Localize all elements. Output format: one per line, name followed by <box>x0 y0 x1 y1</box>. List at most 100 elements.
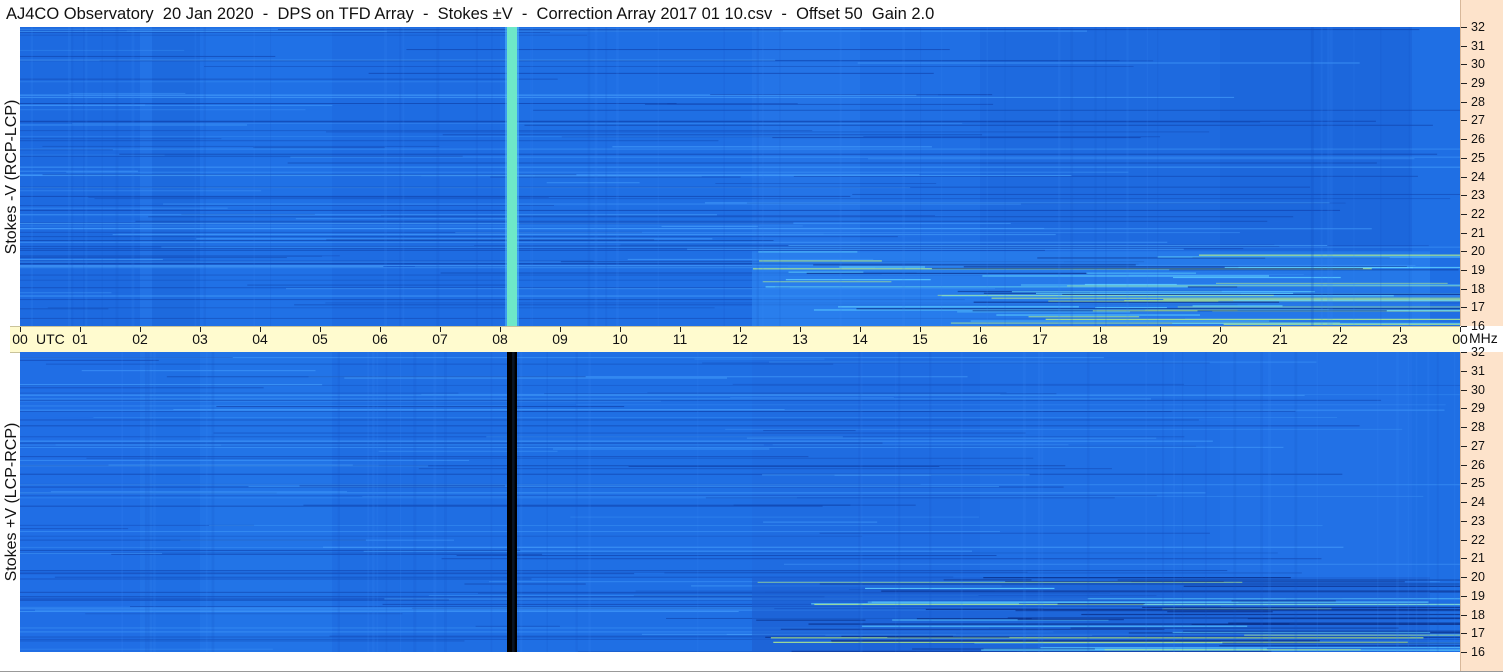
activity-streak <box>806 272 1088 275</box>
interference-line <box>20 398 1152 400</box>
freq-tick-label: 29 <box>1471 401 1485 416</box>
interference-line <box>857 62 1360 64</box>
column-texture <box>1408 27 1411 326</box>
interference-line <box>20 96 1235 98</box>
column-texture <box>1268 352 1271 652</box>
activity-streak <box>1011 291 1315 293</box>
freq-tick-label: 22 <box>1471 206 1485 221</box>
activity-streak <box>1177 306 1460 308</box>
activity-streak <box>819 583 1460 585</box>
freq-tick-mark <box>1461 232 1467 234</box>
interference-line <box>20 140 719 142</box>
time-tick-label: 13 <box>792 331 808 347</box>
column-texture <box>898 352 901 652</box>
interference-line <box>45 363 834 365</box>
bottom-frequency-axis: 32 31 30 29 28 27 26 25 24 23 22 21 20 19 18 17 16 <box>1460 345 1503 672</box>
activity-streak <box>1222 642 1460 644</box>
interference-line <box>204 65 1134 67</box>
interference-line <box>20 552 163 554</box>
top-spectrogram-panel <box>20 27 1460 326</box>
column-texture <box>71 27 74 326</box>
interference-line <box>166 376 586 378</box>
interference-line <box>20 492 1206 494</box>
interference-line <box>20 267 876 269</box>
freq-tick-mark <box>1461 27 1467 28</box>
column-texture <box>756 27 760 326</box>
interference-line <box>20 357 233 359</box>
interference-line <box>20 287 790 289</box>
time-tick-label: 23 <box>1392 331 1408 347</box>
freq-tick-label: 28 <box>1471 420 1485 434</box>
time-band <box>152 27 200 326</box>
activity-streak <box>973 301 1280 303</box>
interference-line <box>344 377 728 379</box>
interference-line <box>570 516 979 518</box>
activity-streak <box>887 636 1010 638</box>
time-axis: 00 01 02 03 04 05 06 07 08 09 10 11 12 13 14 15 16 17 18 19… <box>10 326 1468 353</box>
interference-line <box>20 214 717 216</box>
activity-streak <box>943 579 1032 581</box>
freq-tick-label: 23 <box>1471 188 1485 203</box>
column-texture <box>490 352 493 652</box>
interference-line <box>20 170 138 172</box>
column-texture <box>1037 352 1041 652</box>
interference-line <box>20 186 1311 188</box>
interference-line <box>20 539 366 541</box>
activity-streak <box>1173 276 1341 279</box>
activity-streak <box>1183 630 1460 632</box>
column-texture <box>1327 27 1330 326</box>
interference-line <box>647 392 1007 394</box>
interference-line <box>20 570 1228 572</box>
interference-line <box>20 578 532 580</box>
activity-streak <box>1169 269 1459 271</box>
column-texture <box>1126 27 1129 326</box>
time-band <box>140 27 152 326</box>
activity-streak <box>831 640 1320 642</box>
time-tick-label: 08 <box>492 331 508 347</box>
column-texture <box>372 352 375 652</box>
freq-tick-label: 21 <box>1471 225 1485 240</box>
freq-tick-mark <box>1461 195 1467 197</box>
freq-tick-label: 17 <box>1471 626 1485 641</box>
column-texture <box>413 352 417 652</box>
freq-tick-mark <box>1461 633 1467 635</box>
column-texture <box>1058 27 1061 326</box>
interference-line <box>20 571 1028 573</box>
activity-streak <box>770 637 1424 639</box>
interference-line <box>20 130 813 132</box>
column-texture <box>1380 27 1382 326</box>
freq-tick-label: 31 <box>1471 363 1485 378</box>
column-texture <box>575 352 578 652</box>
interference-line <box>20 190 262 192</box>
column-texture <box>30 27 34 326</box>
freq-tick-mark <box>1461 83 1467 85</box>
column-texture <box>367 352 370 652</box>
column-texture <box>433 352 437 652</box>
interference-line <box>418 468 1112 470</box>
time-tick-label: 05 <box>312 331 328 347</box>
freq-tick-mark <box>1461 307 1467 309</box>
freq-tick-mark <box>1461 157 1467 159</box>
column-texture <box>384 27 388 326</box>
column-texture <box>1436 352 1439 652</box>
activity-streak <box>758 251 858 253</box>
interference-line <box>20 425 1360 427</box>
activity-streak <box>991 297 1460 299</box>
interference-line <box>20 135 864 137</box>
freq-tick-label: 23 <box>1471 513 1485 528</box>
interference-line <box>20 55 276 57</box>
freq-tick-label: 22 <box>1471 532 1485 547</box>
activity-streak <box>785 279 931 281</box>
activity-streak <box>791 650 1272 652</box>
column-texture <box>376 352 379 652</box>
freq-tick-label: 27 <box>1471 438 1485 453</box>
activity-streak <box>996 314 1200 316</box>
activity-streak <box>762 281 892 283</box>
interference-line <box>575 404 1446 406</box>
activity-streak <box>1172 631 1431 634</box>
time-tick-label: 20 <box>1212 331 1228 347</box>
freq-tick-mark <box>1461 502 1467 503</box>
column-texture <box>270 27 272 326</box>
interference-line <box>694 358 825 360</box>
interference-line <box>20 30 783 32</box>
